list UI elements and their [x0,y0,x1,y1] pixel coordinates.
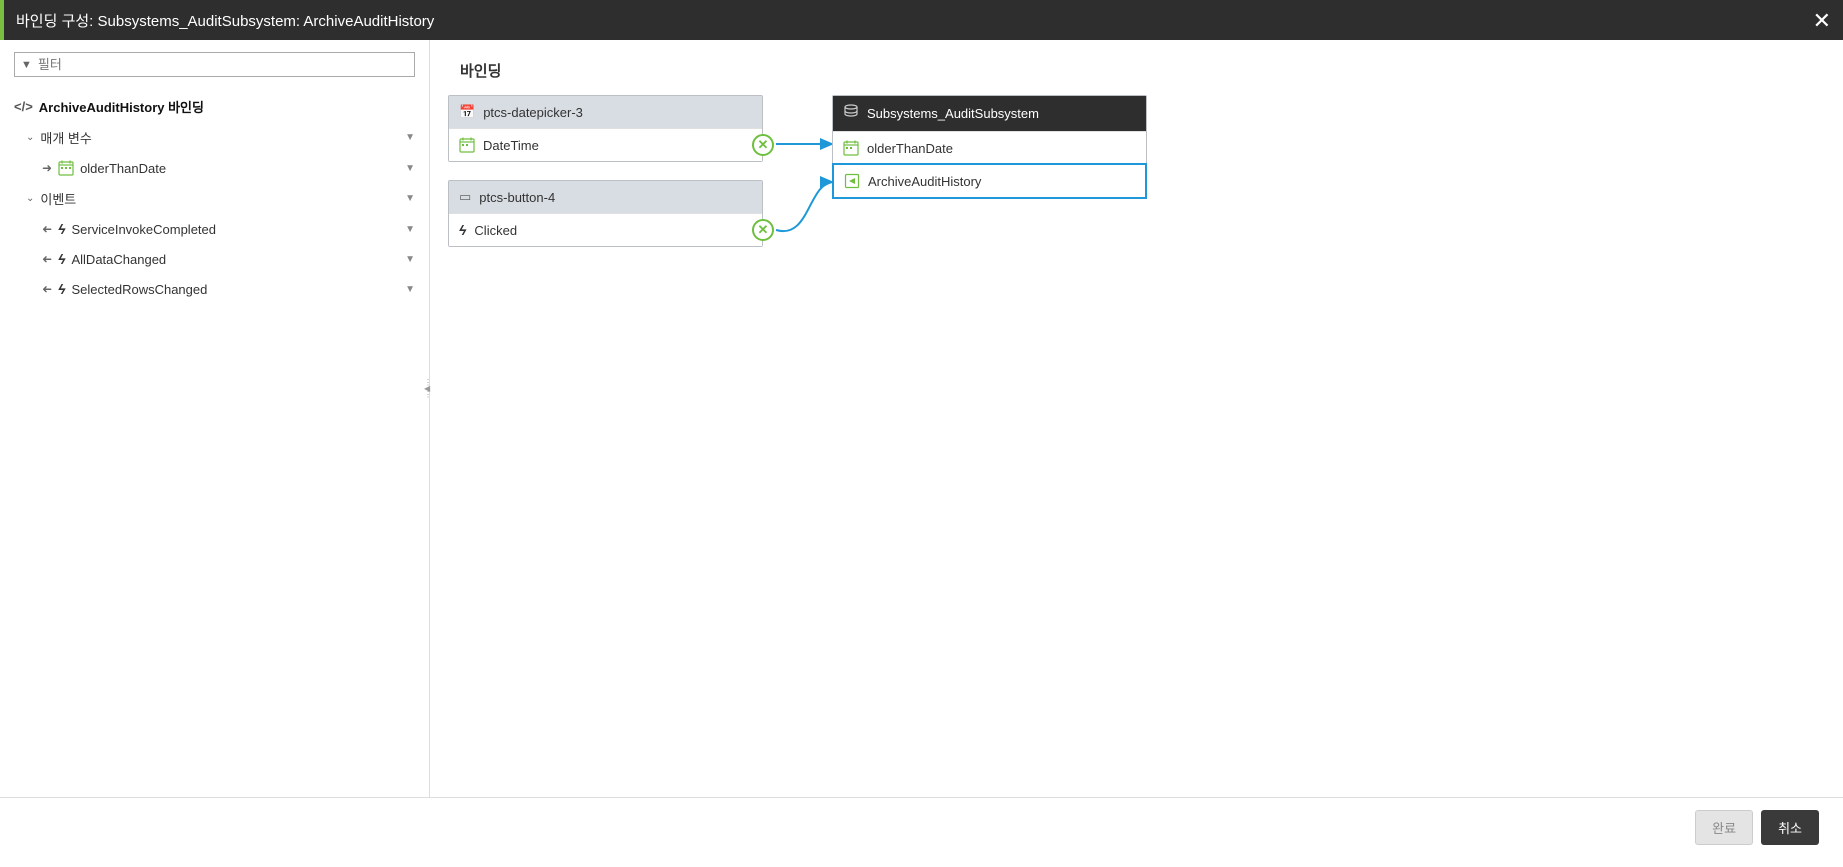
chevron-down-icon: ⌄ [26,132,34,143]
tree-item-label: SelectedRowsChanged [71,282,399,297]
block-row-datetime[interactable]: DateTime ✕ [449,128,762,161]
tree-section-params[interactable]: ⌄ 매개 변수 ▼ [6,122,423,153]
dialog-footer: 완료 취소 [0,797,1843,857]
tree-item-label: olderThanDate [80,161,399,176]
block-title: ptcs-button-4 [479,190,555,205]
done-button[interactable]: 완료 [1695,810,1753,845]
caret-down-icon: ▼ [405,224,415,235]
caret-down-icon: ▼ [405,254,415,265]
tree-item-olderThanDate[interactable]: ➜ olderThanDate ▼ [6,153,423,183]
calendar-icon [459,137,475,153]
arrow-right-icon: ➜ [42,161,52,175]
block-datepicker[interactable]: 📅 ptcs-datepicker-3 DateTime ✕ [448,95,763,162]
tree-root-item[interactable]: </> ArchiveAuditHistory 바인딩 [6,91,423,122]
arrow-left-icon: ➜ [42,222,52,236]
block-header[interactable]: ▭ ptcs-button-4 [449,181,762,213]
block-row-label: olderThanDate [867,141,953,156]
tree-section-label: 이벤트 [40,189,399,208]
calendar-icon [58,160,74,176]
dialog-title: 바인딩 구성: Subsystems_AuditSubsystem: Archi… [16,10,434,31]
arrow-left-icon: ➜ [42,282,52,296]
tree-section-events[interactable]: ⌄ 이벤트 ▼ [6,183,423,214]
chevron-down-icon: ⌄ [26,193,34,204]
block-title: Subsystems_AuditSubsystem [867,106,1039,121]
remove-binding-icon[interactable]: ✕ [752,134,774,156]
cancel-button[interactable]: 취소 [1761,810,1819,845]
tree-section-label: 매개 변수 [40,128,399,147]
block-row-label: Clicked [474,223,517,238]
caret-down-icon: ▼ [405,132,415,143]
caret-down-icon: ▼ [405,284,415,295]
bolt-icon: ϟ [58,251,65,267]
arrow-left-icon: ➜ [42,252,52,266]
block-row-label: DateTime [483,138,539,153]
bolt-icon: ϟ [58,281,65,297]
block-title: ptcs-datepicker-3 [483,105,583,120]
filter-wrap[interactable]: ▼ [14,52,415,77]
database-icon [843,104,859,123]
block-button[interactable]: ▭ ptcs-button-4 ϟ Clicked ✕ [448,180,763,247]
block-row-label: ArchiveAuditHistory [868,174,981,189]
block-row-olderthandate[interactable]: olderThanDate [833,131,1146,164]
block-header[interactable]: 📅 ptcs-datepicker-3 [449,96,762,128]
filter-input[interactable] [38,57,408,72]
widget-icon: 📅 [459,104,475,120]
filter-icon: ▼ [21,59,32,71]
main-content: ▼ </> ArchiveAuditHistory 바인딩 ⌄ 매개 변수 ▼ … [0,40,1843,797]
caret-down-icon: ▼ [405,193,415,204]
block-row-clicked[interactable]: ϟ Clicked ✕ [449,213,762,246]
block-subsystem[interactable]: Subsystems_AuditSubsystem olderThanDate … [832,95,1147,199]
tree-item-label: AllDataChanged [71,252,399,267]
canvas-title: 바인딩 [460,60,1813,81]
tree-root-label: ArchiveAuditHistory 바인딩 [39,97,415,116]
remove-binding-icon[interactable]: ✕ [752,219,774,241]
tree-root: </> ArchiveAuditHistory 바인딩 ⌄ 매개 변수 ▼ ➜ … [0,91,429,304]
block-row-archiveaudithistory[interactable]: ArchiveAuditHistory [832,163,1147,199]
close-icon[interactable]: ✕ [1813,8,1831,34]
calendar-icon [843,140,859,156]
caret-down-icon: ▼ [405,163,415,174]
tree-item-serviceinvokecompleted[interactable]: ➜ ϟ ServiceInvokeCompleted ▼ [6,214,423,244]
sidebar: ▼ </> ArchiveAuditHistory 바인딩 ⌄ 매개 변수 ▼ … [0,40,430,797]
dialog-header: 바인딩 구성: Subsystems_AuditSubsystem: Archi… [0,0,1843,40]
bolt-icon: ϟ [459,222,466,238]
tree-item-alldatachanged[interactable]: ➜ ϟ AllDataChanged ▼ [6,244,423,274]
tree-item-selectedrowschanged[interactable]: ➜ ϟ SelectedRowsChanged ▼ [6,274,423,304]
canvas: 바인딩 📅 ptcs-datepicker-3 DateTime ✕ [430,40,1843,797]
tree-item-label: ServiceInvokeCompleted [71,222,399,237]
block-header[interactable]: Subsystems_AuditSubsystem [833,96,1146,131]
bolt-icon: ϟ [58,221,65,237]
code-tag-icon: </> [14,99,33,114]
button-icon: ▭ [459,189,471,205]
service-icon [844,173,860,189]
